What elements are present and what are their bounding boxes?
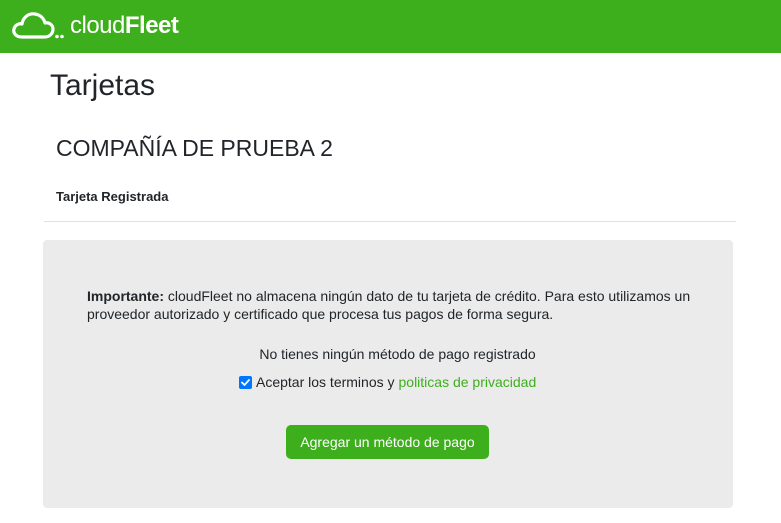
checkmark-icon [241,378,250,386]
terms-row: Aceptar los terminos y politicas de priv… [239,373,536,391]
registered-card-label: Tarjeta Registrada [56,189,169,204]
terms-checkbox[interactable] [239,375,252,389]
page-title: Tarjetas [50,69,156,102]
privacy-policy-link[interactable]: politicas de privacidad [399,373,537,391]
brand-name-light: cloud [70,12,125,39]
top-navbar: cloudFleet [0,0,781,53]
security-notice: Importante: cloudFleet no almacena ningú… [87,287,697,323]
terms-label: Aceptar los terminos y [256,374,395,390]
brand-name-bold: Fleet [124,12,179,39]
brand-logo[interactable]: cloudFleet [12,9,179,43]
add-payment-method-button[interactable]: Agregar un método de pago [286,425,489,459]
notice-emphasis: Importante: [87,288,164,304]
cloud-logo-icon [12,11,64,41]
no-payment-method-message: No tienes ningún método de pago registra… [259,346,536,362]
notice-text: cloudFleet no almacena ningún dato de tu… [87,288,691,322]
section-divider [44,221,736,222]
brand-name: cloudFleet [70,9,179,43]
company-name: COMPAÑÍA DE PRUEBA 2 [56,135,333,161]
